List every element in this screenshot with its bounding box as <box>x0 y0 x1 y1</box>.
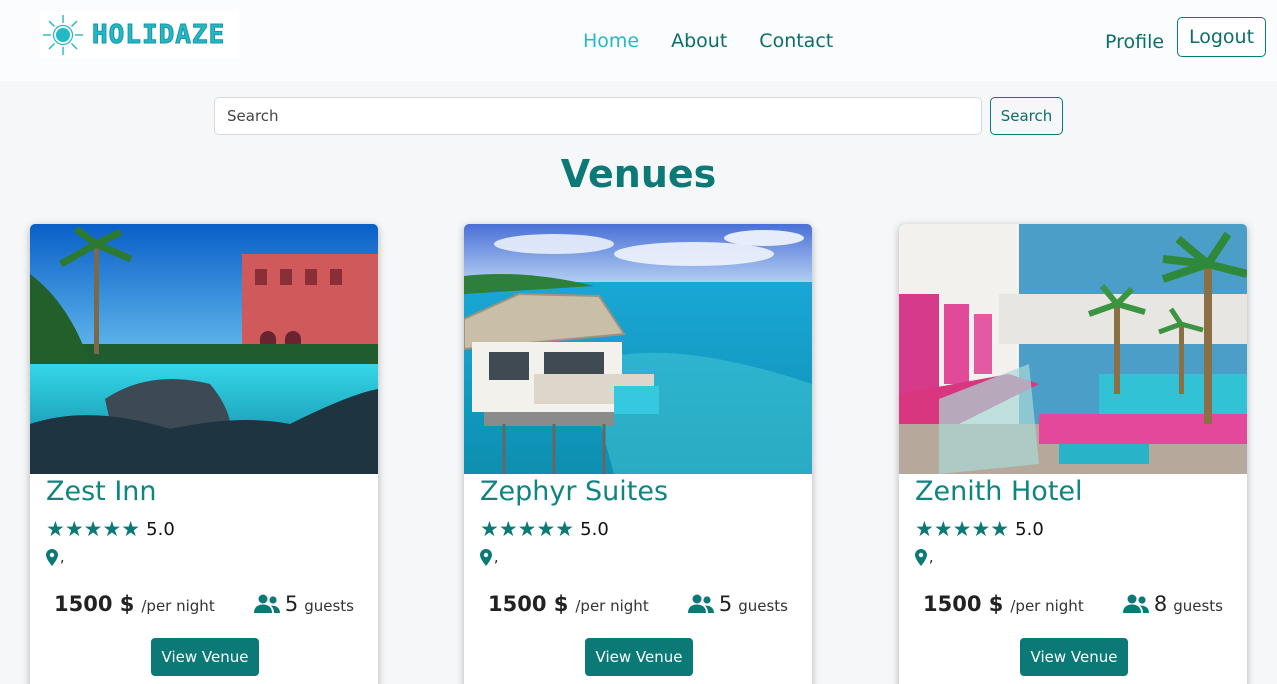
price-value: 1500 $ <box>923 592 1004 616</box>
rating-value: 5.0 <box>146 518 175 540</box>
map-pin-icon <box>915 549 927 566</box>
venue-rating: ★★★★★ 5.0 <box>46 517 175 541</box>
location-text: , <box>929 550 934 566</box>
price-value: 1500 $ <box>54 592 135 616</box>
guests-label: guests <box>304 597 354 615</box>
venue-image[interactable] <box>899 224 1247 474</box>
venue-price: 1500 $ /per night <box>54 592 215 616</box>
venue-card: Zephyr Suites ★★★★★ 5.0 , 1500 $ /per ni… <box>464 224 812 684</box>
main-nav: Home About Contact <box>583 30 833 52</box>
venue-guests: 8 guests <box>1122 592 1223 616</box>
venue-rating: ★★★★★ 5.0 <box>480 517 609 541</box>
search-button[interactable]: Search <box>990 97 1063 135</box>
view-venue-button[interactable]: View Venue <box>585 638 693 676</box>
users-icon <box>687 594 714 613</box>
guests-label: guests <box>738 597 788 615</box>
sun-icon <box>43 14 83 55</box>
venue-name[interactable]: Zest Inn <box>46 476 157 507</box>
page-title: Venues <box>560 152 717 196</box>
guests-count: 5 <box>718 592 733 616</box>
map-pin-icon <box>480 549 492 566</box>
venue-guests: 5 guests <box>253 592 354 616</box>
venue-location: , <box>480 549 498 566</box>
venue-guests: 5 guests <box>687 592 788 616</box>
venue-card: Zest Inn ★★★★★ 5.0 , 1500 $ /per night 5… <box>30 224 378 684</box>
nav-link-home[interactable]: Home <box>583 30 639 52</box>
venue-price: 1500 $ /per night <box>923 592 1084 616</box>
navbar: HOLIDAZE Home About Contact Profile Logo… <box>0 0 1277 81</box>
nav-link-contact[interactable]: Contact <box>759 30 833 52</box>
per-night-label: /per night <box>1010 597 1084 615</box>
rating-value: 5.0 <box>580 518 609 540</box>
location-text: , <box>494 550 499 566</box>
venue-image[interactable] <box>464 224 812 474</box>
guests-label: guests <box>1173 597 1223 615</box>
venue-card: Zenith Hotel ★★★★★ 5.0 , 1500 $ /per nig… <box>899 224 1247 684</box>
venue-rating: ★★★★★ 5.0 <box>915 517 1044 541</box>
rating-value: 5.0 <box>1015 518 1044 540</box>
view-venue-button[interactable]: View Venue <box>151 638 259 676</box>
brand-name: HOLIDAZE <box>91 19 226 50</box>
venue-image[interactable] <box>30 224 378 474</box>
location-text: , <box>60 550 65 566</box>
venue-name[interactable]: Zenith Hotel <box>915 476 1083 507</box>
venue-location: , <box>915 549 933 566</box>
star-rating-icon: ★★★★★ <box>46 517 141 541</box>
per-night-label: /per night <box>141 597 215 615</box>
venue-location: , <box>46 549 64 566</box>
logout-button[interactable]: Logout <box>1177 17 1266 57</box>
price-value: 1500 $ <box>488 592 569 616</box>
search-input[interactable] <box>214 97 982 135</box>
guests-count: 8 <box>1153 592 1168 616</box>
venue-price: 1500 $ /per night <box>488 592 649 616</box>
guests-count: 5 <box>284 592 299 616</box>
brand-logo[interactable]: HOLIDAZE <box>40 11 239 58</box>
map-pin-icon <box>46 549 58 566</box>
users-icon <box>253 594 280 613</box>
view-venue-button[interactable]: View Venue <box>1020 638 1128 676</box>
users-icon <box>1122 594 1149 613</box>
star-rating-icon: ★★★★★ <box>480 517 575 541</box>
per-night-label: /per night <box>575 597 649 615</box>
profile-link[interactable]: Profile <box>1105 31 1164 53</box>
nav-link-about[interactable]: About <box>671 30 727 52</box>
star-rating-icon: ★★★★★ <box>915 517 1010 541</box>
venue-name[interactable]: Zephyr Suites <box>480 476 668 507</box>
